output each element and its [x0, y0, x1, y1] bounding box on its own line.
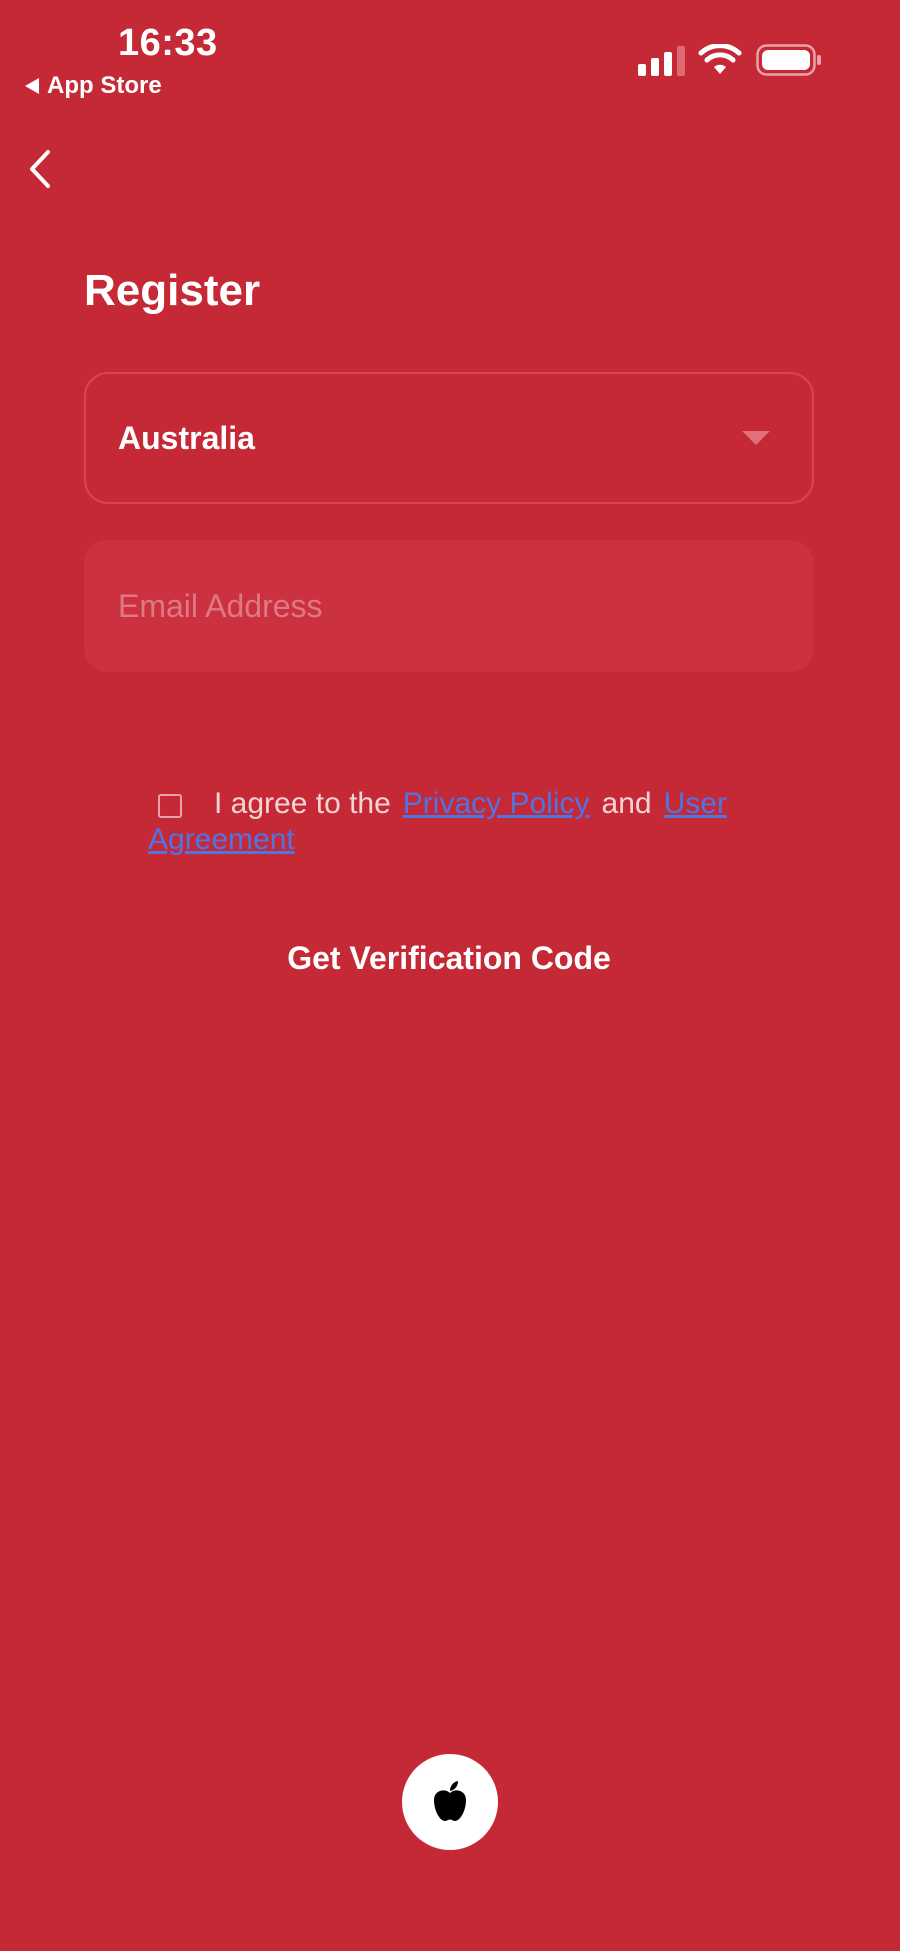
back-chevron-icon[interactable] [22, 146, 58, 192]
back-app-label: App Store [47, 72, 162, 99]
wifi-icon [698, 44, 742, 74]
battery-icon [756, 44, 821, 76]
page-title: Register [84, 266, 261, 315]
agreement-text: I agree to the Privacy Policy and User Agre… [148, 786, 768, 858]
agreement-conjunction: and [601, 787, 652, 820]
back-triangle-icon [25, 78, 39, 94]
region-select[interactable]: Australia [84, 372, 814, 504]
caret-down-icon [742, 431, 770, 445]
back-to-app-store[interactable]: App Store [25, 72, 162, 100]
cellular-signal-icon [638, 46, 685, 76]
privacy-policy-link[interactable]: Privacy Policy [403, 787, 590, 820]
agreement-prefix: I agree to the [214, 787, 391, 820]
get-verification-code-button[interactable]: Get Verification Code [84, 940, 814, 977]
region-value: Australia [118, 419, 255, 456]
email-field-container [84, 540, 814, 672]
status-time: 16:33 [118, 22, 218, 64]
email-input[interactable] [116, 586, 782, 626]
apple-sign-in-button[interactable] [402, 1754, 498, 1850]
apple-logo-icon [434, 1781, 466, 1821]
